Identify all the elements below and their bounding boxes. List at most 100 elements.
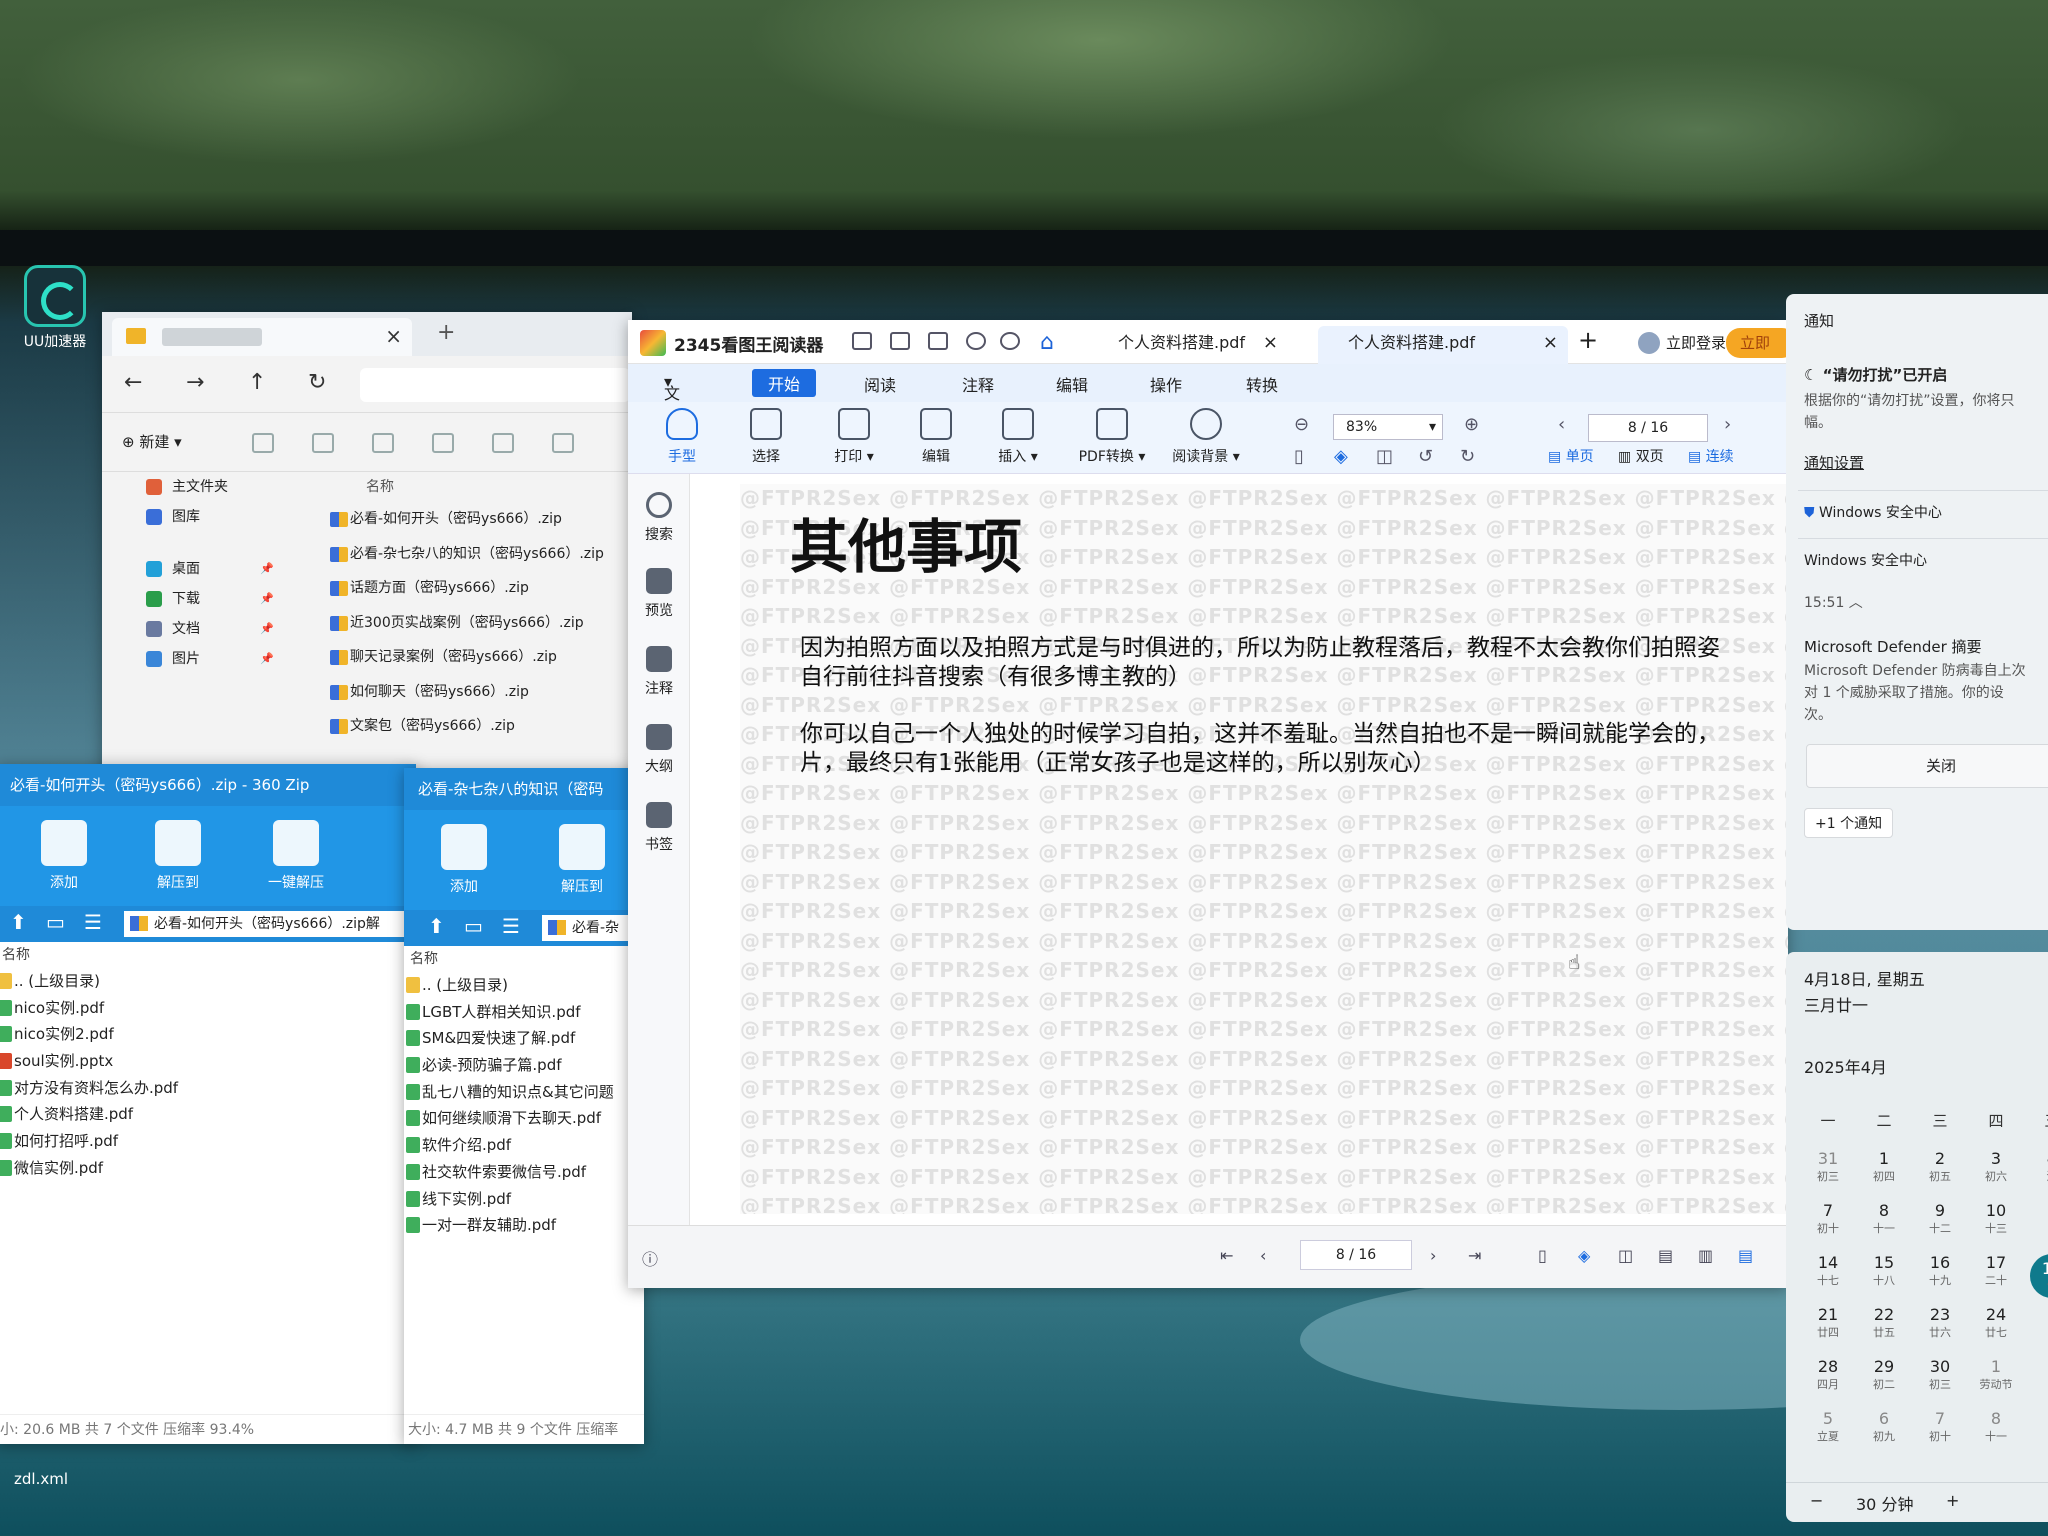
calendar-day[interactable]: 18廿 (2030, 1254, 2048, 1298)
delete-icon[interactable] (552, 433, 574, 453)
archive-entry[interactable]: 必读-预防骗子篇.pdf (404, 1052, 644, 1079)
calendar-day[interactable]: 2 (2024, 1306, 2048, 1324)
view-icon[interactable]: ▭ (464, 914, 483, 938)
menu-start[interactable]: 开始 (752, 369, 817, 397)
sidebar-item[interactable]: 图库 (102, 502, 292, 532)
calendar-day[interactable]: 1 (2024, 1202, 2048, 1220)
archive-entry[interactable]: nico实例.pdf (0, 995, 416, 1022)
calendar-day[interactable]: 30 初三 (1912, 1358, 1968, 1394)
more-notifications-button[interactable]: +1 个通知 (1804, 808, 1894, 838)
zoom-out-icon[interactable]: ⊖ (1294, 414, 1309, 435)
address-bar[interactable] (360, 368, 630, 402)
new-tab-icon[interactable]: + (1578, 326, 1598, 354)
file-row[interactable]: 如何聊天（密码ys666）.zip (322, 675, 632, 710)
focus-minus-button[interactable]: − (1810, 1491, 1823, 1510)
up-icon[interactable]: ↑ (248, 370, 266, 395)
archive-entry[interactable]: 个人资料搭建.pdf (0, 1101, 416, 1128)
file-row[interactable]: 必看-杂七杂八的知识（密码ys666）.zip (322, 537, 632, 572)
open-icon[interactable] (852, 332, 872, 350)
menu-read[interactable]: 阅读 (864, 372, 896, 396)
calendar-day[interactable]: 2 初五 (1912, 1150, 1968, 1186)
archive-entry[interactable]: SM&四爱快速了解.pdf (404, 1025, 644, 1052)
up-level-icon[interactable]: ⬆ (10, 910, 27, 934)
last-page-icon[interactable]: ⇥ (1468, 1246, 1481, 1265)
archive-entry[interactable]: 一对一群友辅助.pdf (404, 1212, 644, 1239)
calendar-day[interactable]: 28 四月 (1800, 1358, 1856, 1394)
calendar-day[interactable]: 3 初六 (1968, 1150, 2024, 1186)
calendar-day[interactable]: 5 立夏 (1800, 1410, 1856, 1446)
menu-file[interactable]: 文件 ▾ (664, 372, 680, 427)
undo-icon[interactable] (966, 332, 986, 350)
print-icon[interactable] (928, 332, 948, 350)
single-page-icon[interactable]: ▤ (1658, 1246, 1673, 1265)
sidebar-item[interactable]: 主文件夹 (102, 472, 292, 502)
close-tab-icon[interactable]: × (1263, 326, 1278, 360)
calendar-day[interactable]: 31 初三 (1800, 1150, 1856, 1186)
menu-operate[interactable]: 操作 (1150, 372, 1182, 396)
calendar-day[interactable]: 24 廿七 (1968, 1306, 2024, 1342)
calendar-day[interactable]: 1 劳动节 (1968, 1358, 2024, 1394)
cut-icon[interactable] (252, 433, 274, 453)
sidebar-item[interactable]: 文档 📌 (102, 614, 292, 644)
reading-bg-tool[interactable]: 阅读背景 ▾ (1158, 408, 1254, 466)
file-row[interactable]: 必看-如何开头（密码ys666）.zip (322, 502, 632, 537)
rename-icon[interactable] (432, 433, 454, 453)
zip-column-header[interactable]: 名称 (404, 946, 644, 972)
view-double[interactable]: ▥ 双页 (1618, 446, 1664, 466)
explorer-tab[interactable]: × (112, 318, 412, 356)
archive-entry[interactable]: 如何继续顺滑下去聊天.pdf (404, 1105, 644, 1132)
refresh-icon[interactable]: ↻ (308, 370, 326, 395)
archive-entry[interactable]: 社交软件索要微信号.pdf (404, 1159, 644, 1186)
page-input[interactable]: 8 / 16 (1588, 414, 1708, 442)
list-view-icon[interactable]: ☰ (502, 914, 520, 938)
archive-entry[interactable]: 微信实例.pdf (0, 1155, 416, 1182)
sidebar-item[interactable]: 桌面 📌 (102, 554, 292, 584)
calendar-month[interactable]: 2025年4月 (1804, 1054, 1887, 1078)
menu-annotate[interactable]: 注释 (962, 372, 994, 396)
column-header-name[interactable]: 名称 (322, 472, 632, 502)
fit-page-icon[interactable]: ▯ (1538, 1246, 1547, 1265)
archive-entry[interactable]: .. (上级目录) (404, 972, 644, 999)
archive-entry[interactable]: soul实例.pptx (0, 1048, 416, 1075)
rotate-right-icon[interactable]: ↻ (1460, 446, 1475, 467)
info-icon[interactable]: ⓘ (642, 1246, 658, 1270)
zoom-in-icon[interactable]: ⊕ (1464, 414, 1479, 435)
archive-entry[interactable]: 如何打招呼.pdf (0, 1128, 416, 1155)
calendar-day[interactable]: 7 初十 (1800, 1202, 1856, 1238)
rail-outline[interactable]: 大纲 (628, 724, 690, 776)
print-tool[interactable]: 打印 ▾ (814, 408, 894, 466)
calendar-day[interactable]: 29 初二 (1856, 1358, 1912, 1394)
calendar-day[interactable]: 14 十七 (1800, 1254, 1856, 1290)
home-icon[interactable]: ⌂ (1040, 330, 1054, 355)
hand-tool[interactable]: 手型 (642, 408, 722, 466)
select-tool[interactable]: 选择 (726, 408, 806, 466)
extract-to-button[interactable]: 解压到 (542, 824, 622, 896)
calendar-day[interactable]: 16 十九 (1912, 1254, 1968, 1290)
save-icon[interactable] (890, 332, 910, 350)
archive-entry[interactable]: .. (上级目录) (0, 968, 416, 995)
file-row[interactable]: 近300页实战案例（密码ys666）.zip (322, 606, 632, 641)
login-button[interactable]: 立即登录 (1638, 332, 1726, 354)
back-icon[interactable]: ← (124, 370, 142, 395)
archive-entry[interactable]: 对方没有资料怎么办.pdf (0, 1075, 416, 1102)
calendar-day[interactable]: 17 二十 (1968, 1254, 2024, 1290)
actual-size-icon[interactable]: ◫ (1376, 446, 1393, 467)
archive-entry[interactable]: 乱七八糟的知识点&其它问题 (404, 1079, 644, 1106)
fit-page-icon[interactable]: ▯ (1294, 446, 1304, 467)
new-tab-icon[interactable]: + (437, 320, 455, 345)
new-button[interactable]: ⊕ 新建 ▾ (122, 431, 182, 452)
view-continuous[interactable]: ▤ 连续 (1688, 446, 1734, 466)
continuous-icon[interactable]: ▤ (1738, 1246, 1753, 1265)
calendar-day[interactable]: 22 廿五 (1856, 1306, 1912, 1342)
archive-entry[interactable]: LGBT人群相关知识.pdf (404, 999, 644, 1026)
calendar-day[interactable]: 9 十二 (1912, 1202, 1968, 1238)
add-button[interactable]: 添加 (24, 820, 104, 892)
archive-entry[interactable]: 软件介绍.pdf (404, 1132, 644, 1159)
actual-size-icon[interactable]: ◫ (1618, 1246, 1633, 1265)
calendar-day[interactable]: 15 十八 (1856, 1254, 1912, 1290)
desktop-icon-uu[interactable]: UU加速器 (20, 265, 90, 350)
focus-plus-button[interactable]: + (1946, 1491, 1959, 1510)
calendar-day[interactable]: 21 廿四 (1800, 1306, 1856, 1342)
rotate-left-icon[interactable]: ↺ (1418, 446, 1433, 467)
file-row[interactable]: 文案包（密码ys666）.zip (322, 709, 632, 744)
